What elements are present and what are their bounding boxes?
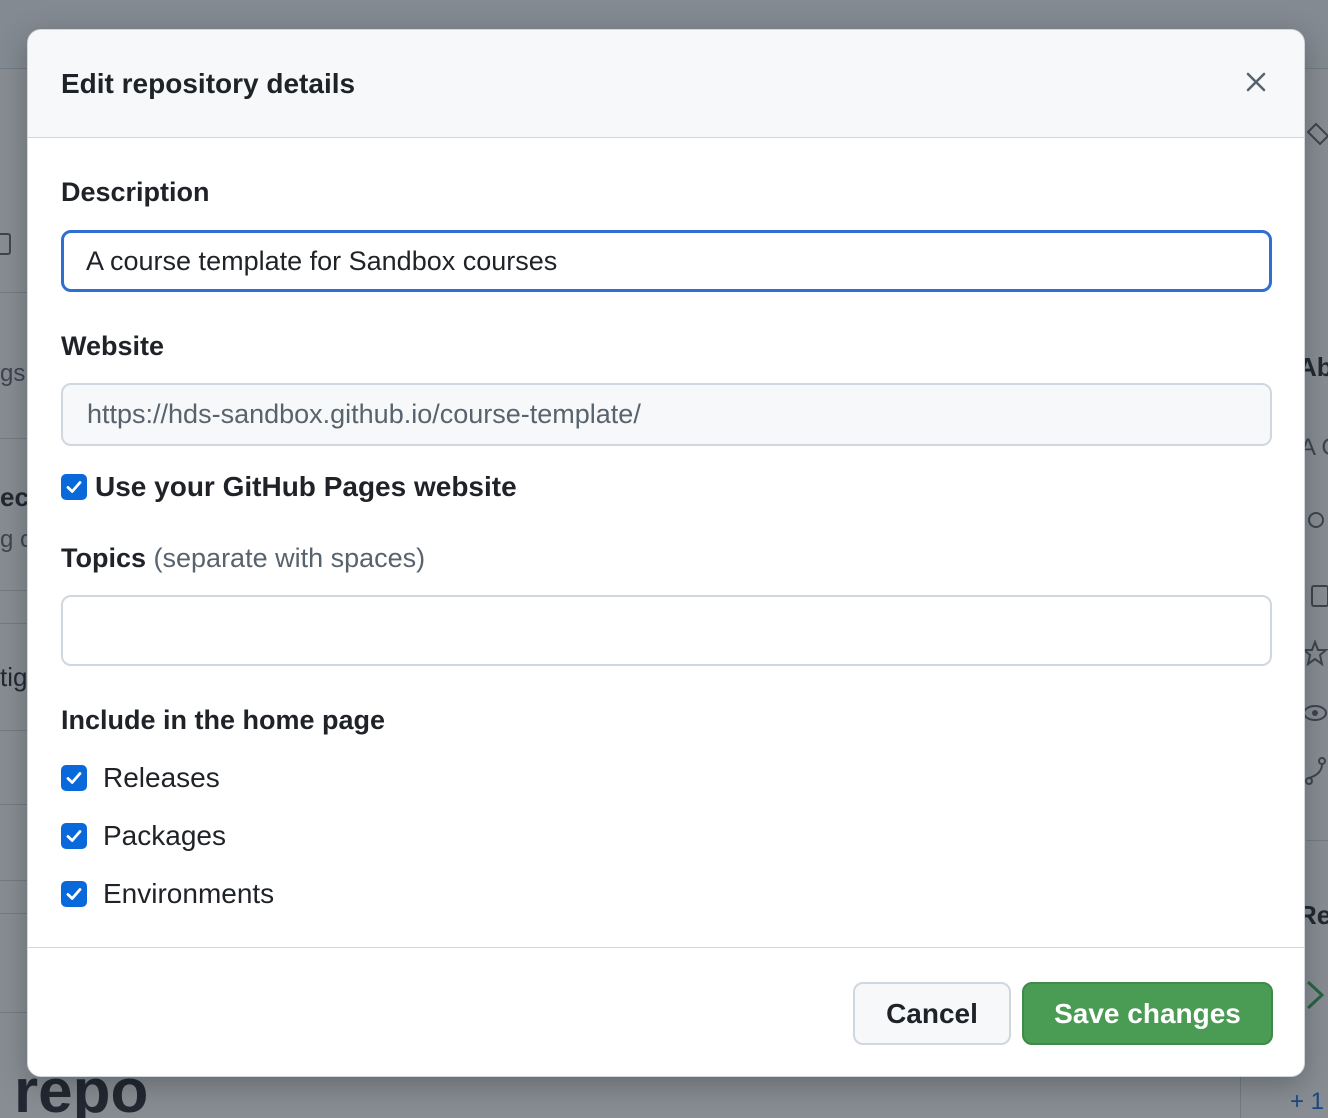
dialog-footer: Cancel Save changes: [28, 947, 1304, 1076]
description-label: Description: [61, 177, 210, 207]
environments-checkbox[interactable]: [61, 881, 87, 907]
close-button[interactable]: [1236, 64, 1276, 104]
save-changes-button[interactable]: Save changes: [1022, 982, 1273, 1045]
releases-checkbox-row[interactable]: Releases: [61, 762, 220, 794]
topics-label-text: Topics: [61, 543, 147, 573]
environments-checkbox-row[interactable]: Environments: [61, 878, 274, 910]
releases-label: Releases: [103, 762, 220, 793]
home-page-heading: Include in the home page: [61, 705, 386, 735]
packages-label: Packages: [103, 820, 226, 851]
topics-input[interactable]: [61, 595, 1272, 666]
topics-label: Topics (separate with spaces): [61, 541, 425, 575]
use-pages-label: Use your GitHub Pages website: [95, 471, 517, 502]
checkmark-icon: [66, 830, 82, 842]
checkmark-icon: [66, 888, 82, 900]
use-pages-checkbox[interactable]: [61, 474, 87, 500]
description-input[interactable]: [61, 230, 1272, 292]
edit-repository-dialog: Edit repository details Description Webs…: [27, 29, 1305, 1077]
dialog-title: Edit repository details: [61, 68, 356, 99]
checkmark-icon: [66, 772, 82, 784]
dialog-header: Edit repository details: [28, 30, 1304, 138]
close-icon: [1245, 71, 1267, 98]
releases-checkbox[interactable]: [61, 765, 87, 791]
packages-checkbox[interactable]: [61, 823, 87, 849]
cancel-button[interactable]: Cancel: [853, 982, 1011, 1045]
environments-label: Environments: [103, 878, 275, 909]
checkmark-icon: [66, 481, 82, 493]
topics-hint: (separate with spaces): [153, 543, 426, 573]
packages-checkbox-row[interactable]: Packages: [61, 820, 226, 852]
website-label: Website: [61, 331, 165, 361]
website-input[interactable]: [61, 383, 1272, 446]
use-pages-checkbox-row[interactable]: Use your GitHub Pages website: [61, 471, 517, 503]
